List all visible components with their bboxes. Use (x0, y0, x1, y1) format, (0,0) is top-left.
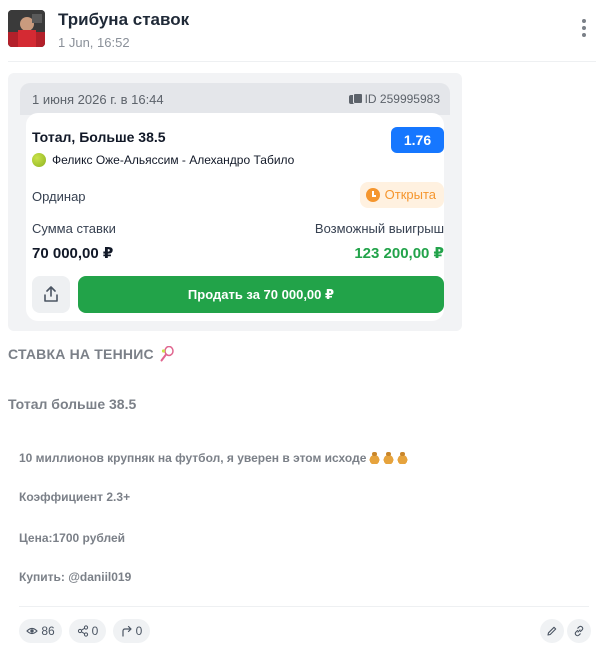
reposts-count: 0 (91, 624, 99, 638)
edit-button[interactable] (540, 619, 564, 643)
post-line-3: Цена:1700 рублей (19, 531, 126, 545)
bet-id-label: ID 259995983 (364, 92, 440, 106)
post-headline: СТАВКА НА ТЕННИС (8, 346, 596, 362)
post-line-1-text: 10 миллионов крупняк на футбол, я уверен… (19, 451, 367, 465)
bet-slip-header: 1 июня 2026 г. в 16:44 ID 259995983 (20, 83, 450, 115)
post-line-4: Купить: @daniil019 (19, 570, 132, 584)
forwards-counter[interactable]: 0 (113, 619, 150, 643)
more-icon[interactable] (580, 19, 588, 39)
match-row: Феликс Оже-Альяссим - Алехандро Табило (32, 153, 294, 167)
pencil-icon (547, 626, 557, 636)
views-count: 86 (41, 624, 55, 638)
share-button[interactable] (32, 276, 70, 313)
win-label: Возможный выигрыш (314, 221, 444, 236)
tennis-ball-icon (32, 153, 46, 167)
channel-title[interactable]: Трибуна ставок (58, 10, 189, 30)
eye-icon (26, 627, 39, 635)
status-label: Открыта (384, 187, 436, 202)
stake-value: 70 000,00 ₽ (32, 245, 114, 262)
bet-id: ID 259995983 (348, 92, 440, 106)
share-icon (44, 286, 58, 302)
reposts-counter[interactable]: 0 (69, 619, 106, 643)
post-subheadline: Тотал больше 38.5 (8, 396, 137, 412)
bet-card: Тотал, Больше 38.5 1.76 Феликс Оже-Альяс… (26, 113, 444, 321)
forward-icon (122, 625, 132, 637)
footer-divider (19, 606, 589, 607)
clock-icon (365, 188, 380, 202)
match-name: Феликс Оже-Альяссим - Алехандро Табило (52, 153, 295, 167)
win-value: 123 200,00 ₽ (354, 245, 444, 262)
money-bag-icon (397, 452, 409, 464)
tennis-racket-icon (160, 346, 174, 362)
link-icon (574, 625, 584, 637)
post-line-2: Коэффициент 2.3+ (19, 490, 131, 504)
bet-market: Тотал, Больше 38.5 (32, 129, 166, 145)
post-date: 1 Jun, 16:52 (58, 35, 130, 50)
money-bag-icon (383, 452, 395, 464)
post-line-1: 10 миллионов крупняк на футбол, я уверен… (19, 451, 604, 465)
views-counter[interactable]: 86 (19, 619, 62, 643)
post-header: Трибуна ставок 1 Jun, 16:52 (8, 10, 596, 62)
channel-avatar[interactable] (8, 10, 45, 47)
odds-badge: 1.76 (391, 127, 444, 153)
headline-text: СТАВКА НА ТЕННИС (8, 346, 154, 362)
status-badge: Открыта (359, 182, 444, 208)
bet-slip-image[interactable]: 1 июня 2026 г. в 16:44 ID 259995983 Тота… (8, 73, 462, 331)
sell-button[interactable]: Продать за 70 000,00 ₽ (78, 276, 444, 313)
repost-icon (77, 625, 88, 637)
bet-type: Ординар (32, 189, 86, 204)
copy-icon (348, 93, 363, 105)
stake-label: Сумма ставки (32, 221, 116, 236)
copy-link-button[interactable] (567, 619, 591, 643)
bet-datetime: 1 июня 2026 г. в 16:44 (32, 92, 164, 107)
money-bag-icon (369, 452, 381, 464)
forwards-count: 0 (135, 624, 143, 638)
